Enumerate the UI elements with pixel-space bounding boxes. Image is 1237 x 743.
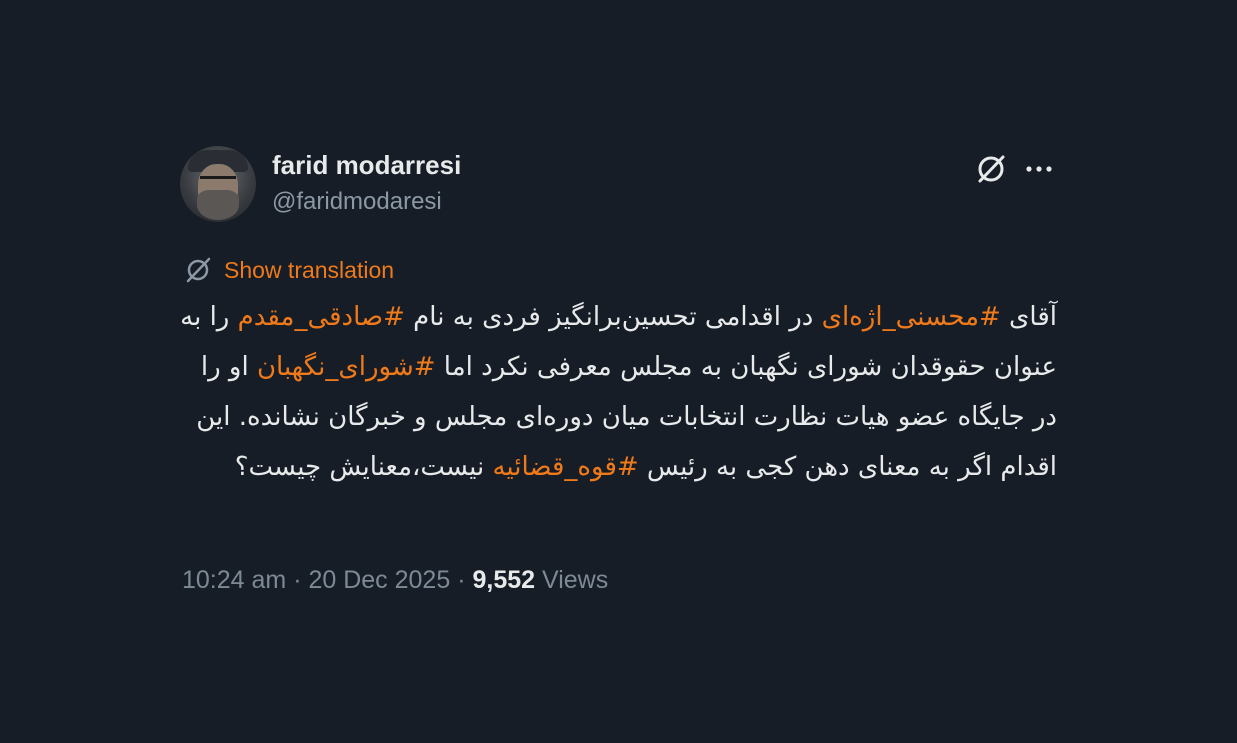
grok-icon[interactable] <box>974 152 1008 186</box>
show-translation-label: Show translation <box>224 256 395 283</box>
views-label: Views <box>541 566 609 594</box>
hashtag-link[interactable]: #محسنی_اژه‌ای <box>822 302 1001 332</box>
translate-icon <box>186 257 211 283</box>
text-segment: آقای <box>1000 302 1057 332</box>
avatar[interactable] <box>180 146 256 222</box>
views-count: 9,552 <box>472 566 536 594</box>
more-options-icon[interactable] <box>1022 152 1056 186</box>
hashtag-link[interactable]: #شورای_نگهبان <box>257 352 436 382</box>
hashtag-link[interactable]: #قوه_قضائیه <box>492 452 638 482</box>
hashtag-link[interactable]: #صادقی_مقدم <box>238 302 405 332</box>
text-segment: در اقدامی تحسین‌برانگیز فردی به نام <box>404 302 822 332</box>
tweet-text: آقای #محسنی_اژه‌ای در اقدامی تحسین‌برانگ… <box>180 292 1057 492</box>
meta-separator: · <box>286 566 309 594</box>
tweet-card: farid modarresi @faridmodaresi Show tran… <box>180 140 1060 594</box>
show-translation-link[interactable]: Show translation <box>184 254 394 286</box>
meta-separator: · <box>450 566 473 594</box>
author-name[interactable]: farid modarresi <box>272 150 461 181</box>
tweet-header: farid modarresi @faridmodaresi <box>180 140 1060 224</box>
tweet-date[interactable]: 20 Dec 2025 <box>308 566 450 594</box>
author-handle[interactable]: @faridmodaresi <box>272 188 442 216</box>
text-segment: نیست،معنایش چیست؟ <box>234 452 493 482</box>
tweet-meta: 10:24 am · 20 Dec 2025 · 9,552 Views <box>182 566 608 595</box>
tweet-time[interactable]: 10:24 am <box>182 566 286 594</box>
